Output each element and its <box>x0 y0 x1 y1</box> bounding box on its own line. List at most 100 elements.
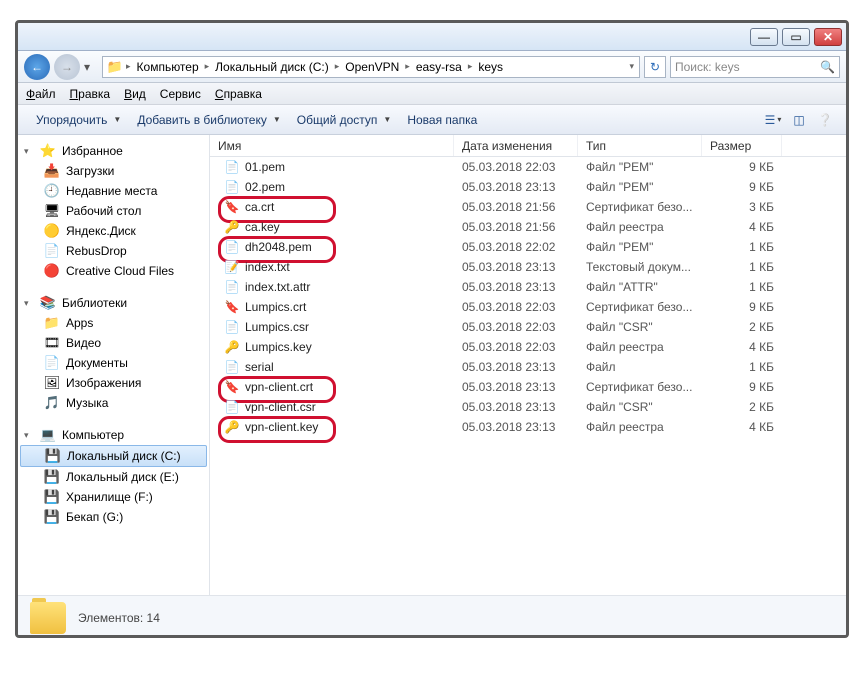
back-button[interactable]: ← <box>24 54 50 80</box>
sidebar-item-documents[interactable]: 📄Документы <box>18 353 209 373</box>
content-area: ▾⭐Избранное 📥Загрузки 🕘Недавние места 🖥Р… <box>18 135 846 595</box>
sidebar-item-apps[interactable]: 📁Apps <box>18 313 209 333</box>
file-row[interactable]: 📄index.txt.attr05.03.2018 23:13Файл "ATT… <box>210 277 846 297</box>
file-row[interactable]: 🔖Lumpics.crt05.03.2018 22:03Сертификат б… <box>210 297 846 317</box>
chevron-right-icon: ▸ <box>125 61 132 72</box>
menu-file[interactable]: Файл <box>26 87 56 101</box>
libraries-group[interactable]: ▾📚Библиотеки <box>18 293 209 313</box>
file-row[interactable]: 🔑ca.key05.03.2018 21:56Файл реестра4 КБ <box>210 217 846 237</box>
computer-group[interactable]: ▾💻Компьютер <box>18 425 209 445</box>
sidebar-item-videos[interactable]: 🎞Видео <box>18 333 209 353</box>
share-button[interactable]: Общий доступ▼ <box>289 110 400 130</box>
menu-edit[interactable]: Правка <box>70 87 111 101</box>
sidebar-item-creative-cloud[interactable]: 🔴Creative Cloud Files <box>18 261 209 281</box>
refresh-button[interactable]: ↻ <box>644 56 666 78</box>
sidebar-item-yandex-disk[interactable]: 🟡Яндекс.Диск <box>18 221 209 241</box>
file-row[interactable]: 🔑vpn-client.key05.03.2018 23:13Файл реес… <box>210 417 846 437</box>
close-button[interactable]: ✕ <box>814 28 842 46</box>
search-input[interactable]: Поиск: keys 🔍 <box>670 56 840 78</box>
chevron-down-icon[interactable]: ▾ <box>628 61 635 72</box>
file-row[interactable]: 📄02.pem05.03.2018 23:13Файл "PEM"9 КБ <box>210 177 846 197</box>
column-header-date[interactable]: Дата изменения <box>454 135 578 156</box>
address-bar[interactable]: 📁 ▸ Компьютер ▸ Локальный диск (C:) ▸ Op… <box>102 56 640 78</box>
file-date-cell: 05.03.2018 21:56 <box>454 200 578 214</box>
breadcrumb-item[interactable]: OpenVPN <box>342 60 402 74</box>
file-type-cell: Сертификат безо... <box>578 300 702 314</box>
file-icon: 📄 <box>224 179 240 195</box>
sidebar-item-rebusdrop[interactable]: 📄RebusDrop <box>18 241 209 261</box>
organize-button[interactable]: Упорядочить▼ <box>28 110 129 130</box>
file-name-cell: 📄vpn-client.csr <box>210 399 454 415</box>
sidebar-item-drive-g[interactable]: 💾Бекап (G:) <box>18 507 209 527</box>
sidebar-item-downloads[interactable]: 📥Загрузки <box>18 161 209 181</box>
file-name-cell: 🔖ca.crt <box>210 199 454 215</box>
file-type-cell: Файл реестра <box>578 220 702 234</box>
sidebar-item-pictures[interactable]: 🖼Изображения <box>18 373 209 393</box>
menu-help[interactable]: Справка <box>215 87 262 101</box>
column-header-size[interactable]: Размер <box>702 135 782 156</box>
navigation-pane[interactable]: ▾⭐Избранное 📥Загрузки 🕘Недавние места 🖥Р… <box>18 135 210 595</box>
file-icon: 📄 <box>224 319 240 335</box>
cert-icon: 🔖 <box>224 299 240 315</box>
file-row[interactable]: 📄Lumpics.csr05.03.2018 22:03Файл "CSR"2 … <box>210 317 846 337</box>
file-row[interactable]: 📄dh2048.pem05.03.2018 22:02Файл "PEM"1 К… <box>210 237 846 257</box>
file-size-cell: 9 КБ <box>702 300 782 314</box>
sidebar-item-drive-e[interactable]: 💾Локальный диск (E:) <box>18 467 209 487</box>
file-list[interactable]: 📄01.pem05.03.2018 22:03Файл "PEM"9 КБ📄02… <box>210 157 846 595</box>
sidebar-item-drive-f[interactable]: 💾Хранилище (F:) <box>18 487 209 507</box>
file-size-cell: 2 КБ <box>702 400 782 414</box>
cert-icon: 🔖 <box>224 199 240 215</box>
file-type-cell: Файл "PEM" <box>578 160 702 174</box>
desktop-icon: 🖥 <box>44 203 60 219</box>
file-date-cell: 05.03.2018 23:13 <box>454 400 578 414</box>
file-row[interactable]: 🔑Lumpics.key05.03.2018 22:03Файл реестра… <box>210 337 846 357</box>
collapse-icon: ▾ <box>24 146 34 157</box>
file-row[interactable]: 🔖ca.crt05.03.2018 21:56Сертификат безо..… <box>210 197 846 217</box>
breadcrumb-item[interactable]: Локальный диск (C:) <box>212 60 332 74</box>
file-size-cell: 1 КБ <box>702 360 782 374</box>
help-button[interactable]: ❔ <box>814 109 836 131</box>
file-date-cell: 05.03.2018 23:13 <box>454 260 578 274</box>
file-row[interactable]: 🔖vpn-client.crt05.03.2018 23:13Сертифика… <box>210 377 846 397</box>
history-dropdown[interactable]: ▾ <box>84 60 98 74</box>
file-row[interactable]: 📝index.txt05.03.2018 23:13Текстовый доку… <box>210 257 846 277</box>
minimize-button[interactable]: ― <box>750 28 778 46</box>
preview-pane-button[interactable]: ◫ <box>788 109 810 131</box>
add-to-library-button[interactable]: Добавить в библиотеку▼ <box>129 110 288 130</box>
close-icon: ✕ <box>823 30 833 44</box>
file-name-cell: 🔑Lumpics.key <box>210 339 454 355</box>
column-header-name[interactable]: Имя <box>210 135 454 156</box>
file-row[interactable]: 📄vpn-client.csr05.03.2018 23:13Файл "CSR… <box>210 397 846 417</box>
file-icon: 📄 <box>224 359 240 375</box>
breadcrumb-item[interactable]: Компьютер <box>134 60 202 74</box>
view-options-button[interactable]: ☰▾ <box>762 109 784 131</box>
column-header-type[interactable]: Тип <box>578 135 702 156</box>
file-row[interactable]: 📄01.pem05.03.2018 22:03Файл "PEM"9 КБ <box>210 157 846 177</box>
forward-button[interactable]: → <box>54 54 80 80</box>
file-size-cell: 4 КБ <box>702 220 782 234</box>
file-icon: 📄 <box>224 159 240 175</box>
sidebar-item-desktop[interactable]: 🖥Рабочий стол <box>18 201 209 221</box>
menu-view[interactable]: Вид <box>124 87 146 101</box>
new-folder-button[interactable]: Новая папка <box>399 110 485 130</box>
maximize-button[interactable]: ▭ <box>782 28 810 46</box>
file-type-cell: Файл "CSR" <box>578 400 702 414</box>
arrow-left-icon: ← <box>31 60 43 74</box>
file-type-cell: Файл <box>578 360 702 374</box>
file-row[interactable]: 📄serial05.03.2018 23:13Файл1 КБ <box>210 357 846 377</box>
file-size-cell: 9 КБ <box>702 160 782 174</box>
yandex-icon: 🟡 <box>44 223 60 239</box>
chevron-right-icon: ▸ <box>334 61 341 72</box>
sidebar-item-drive-c[interactable]: 💾Локальный диск (C:) <box>20 445 207 467</box>
sidebar-item-recent[interactable]: 🕘Недавние места <box>18 181 209 201</box>
chevron-right-icon: ▸ <box>204 61 211 72</box>
file-size-cell: 2 КБ <box>702 320 782 334</box>
drive-icon: 💾 <box>44 469 60 485</box>
breadcrumb-item[interactable]: keys <box>475 60 506 74</box>
file-name-cell: 🔖vpn-client.crt <box>210 379 454 395</box>
breadcrumb-item[interactable]: easy-rsa <box>413 60 465 74</box>
favorites-group[interactable]: ▾⭐Избранное <box>18 141 209 161</box>
folder-icon: 📁 <box>44 315 60 331</box>
menu-service[interactable]: Сервис <box>160 87 201 101</box>
sidebar-item-music[interactable]: 🎵Музыка <box>18 393 209 413</box>
